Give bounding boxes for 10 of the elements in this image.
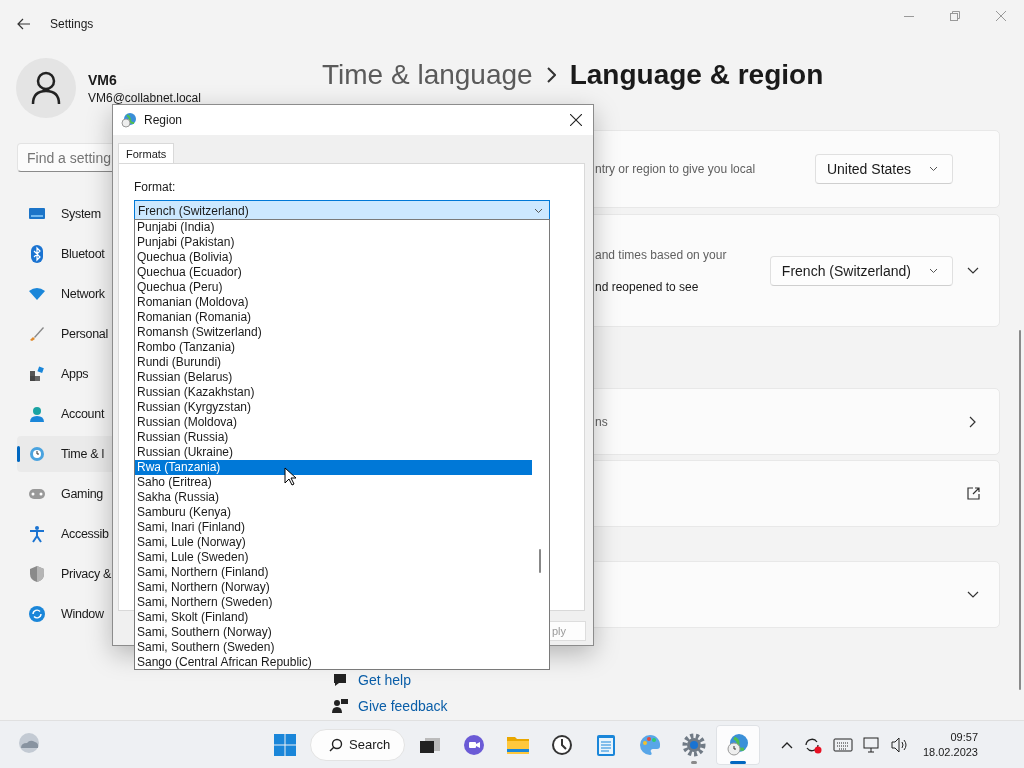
- dialog-title: Region: [144, 113, 183, 127]
- user-name: VM6: [88, 71, 118, 88]
- card-description: and times based on your: [595, 247, 728, 262]
- card-description: nd reopened to see: [595, 279, 700, 294]
- window-title: Settings: [50, 17, 94, 31]
- card-description: ns: [595, 414, 609, 429]
- format-label: Format:: [134, 180, 177, 194]
- user-email: VM6@collabnet.local: [88, 90, 201, 105]
- page-title: Language & region: [569, 59, 824, 91]
- card-description: ntry or region to give you local: [595, 162, 757, 176]
